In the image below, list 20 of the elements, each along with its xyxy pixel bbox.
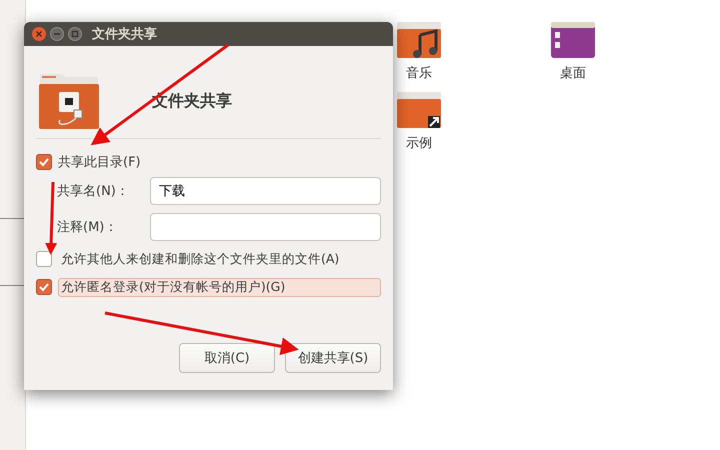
check-icon: [38, 281, 50, 293]
dialog-button[interactable]: 取消(C): [179, 343, 275, 373]
music-folder-icon: [396, 20, 442, 60]
minimize-icon[interactable]: [50, 27, 64, 41]
option-checkbox[interactable]: 允许其他人来创建和删除这个文件夹里的文件(A): [36, 249, 381, 269]
check-icon: [38, 156, 50, 168]
file-item[interactable]: 桌面: [535, 20, 611, 82]
share-checkbox[interactable]: 共享此目录(F): [36, 153, 381, 171]
folder-link-icon: [396, 90, 442, 130]
text-field[interactable]: [150, 213, 381, 241]
close-icon[interactable]: [32, 27, 46, 41]
field-label: 共享名(N)：: [57, 183, 130, 200]
window-title: 文件夹共享: [92, 26, 157, 43]
maximize-icon[interactable]: [68, 27, 82, 41]
dialog-button[interactable]: 创建共享(S): [285, 343, 381, 373]
file-item[interactable]: 示例: [381, 90, 457, 152]
desktop-folder-icon: [550, 20, 596, 60]
file-item[interactable]: 音乐: [381, 20, 457, 82]
field-label: 注释(M)：: [57, 219, 118, 236]
text-field[interactable]: 下载: [150, 177, 381, 205]
